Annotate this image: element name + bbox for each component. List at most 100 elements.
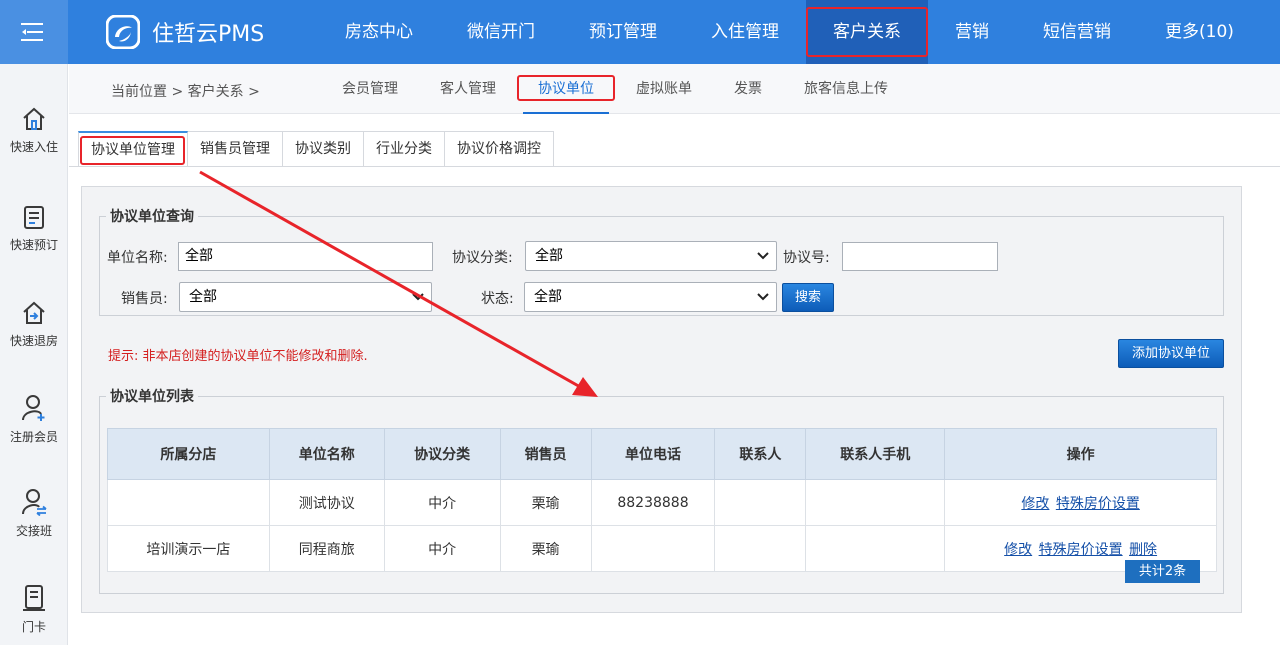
cell-branch: 培训演示一店	[107, 525, 270, 572]
status-label: 状态:	[481, 291, 514, 307]
column-header-unit-name: 单位名称	[268, 428, 385, 480]
checkout-icon	[23, 301, 45, 324]
cell-category: 中介	[383, 525, 501, 572]
chevron-down-icon	[757, 252, 769, 260]
list-fieldset: 协议单位列表 所属分店 单位名称 协议分类 销售员 单位电话 联系人 联系人手机…	[99, 386, 1224, 594]
code-input[interactable]	[842, 242, 998, 271]
sidebar-item-label: 快速入住	[9, 140, 58, 154]
cell-sales: 栗瑜	[499, 525, 592, 572]
total-count-badge: 共计2条	[1125, 560, 1200, 583]
subnav-agreement-unit[interactable]: 协议单位	[517, 64, 615, 114]
sales-label: 销售员:	[121, 291, 168, 307]
tab-agreement-unit-management[interactable]: 协议单位管理	[78, 131, 188, 167]
subnav-member-management[interactable]: 会员管理	[321, 64, 419, 114]
column-header-category: 协议分类	[383, 428, 501, 480]
query-legend: 协议单位查询	[110, 209, 194, 225]
top-nav: 房态中心 微信开门 预订管理 入住管理 客户关系 营销 短信营销 更多(10)	[318, 0, 1261, 64]
nav-checkin[interactable]: 入住管理	[684, 0, 806, 64]
unit-name-label: 单位名称:	[107, 250, 168, 266]
edit-link[interactable]: 修改	[1021, 496, 1049, 512]
tab-industry-category[interactable]: 行业分类	[364, 131, 445, 167]
nav-more[interactable]: 更多(10)	[1138, 0, 1261, 64]
table-row: 测试协议 中介 栗瑜 88238888 修改 特殊房价设置	[107, 479, 1217, 526]
sidebar-item-label: 快速预订	[9, 238, 58, 252]
special-price-link[interactable]: 特殊房价设置	[1039, 542, 1123, 558]
cell-phone	[590, 525, 716, 572]
tab-salesperson-management[interactable]: 销售员管理	[188, 131, 283, 167]
nav-sms-marketing[interactable]: 短信营销	[1016, 0, 1138, 64]
status-select[interactable]: 全部	[524, 282, 777, 312]
sub-nav: 会员管理 客人管理 协议单位 虚拟账单 发票 旅客信息上传	[321, 64, 909, 114]
sidebar-item-register-member[interactable]: 注册会员	[0, 394, 68, 466]
main-panel: 协议单位查询 单位名称: 全部 协议分类: 全部 协议号: 销售员: 全部 状态…	[81, 186, 1242, 613]
unit-name-input[interactable]: 全部	[178, 242, 433, 271]
cell-contact	[714, 479, 807, 526]
hint-text: 提示: 非本店创建的协议单位不能修改和删除.	[108, 349, 368, 364]
sidebar-item-label: 门卡	[21, 620, 46, 634]
booking-icon	[24, 206, 44, 229]
column-header-phone: 单位电话	[590, 428, 716, 480]
special-price-link[interactable]: 特殊房价设置	[1056, 496, 1140, 512]
search-button[interactable]: 搜索	[782, 283, 834, 312]
logo[interactable]: 住哲云PMS	[106, 14, 264, 50]
sidebar-item-quick-checkout[interactable]: 快速退房	[0, 300, 68, 372]
add-agreement-unit-button[interactable]: 添加协议单位	[1118, 339, 1224, 368]
cell-contact	[714, 525, 807, 572]
cell-mobile	[805, 525, 946, 572]
category-select-value: 全部	[535, 248, 563, 264]
tab-bar: 协议单位管理 销售员管理 协议类别 行业分类 协议价格调控	[78, 131, 554, 167]
subnav-traveler-upload[interactable]: 旅客信息上传	[783, 64, 909, 114]
sales-select[interactable]: 全部	[179, 282, 432, 312]
subnav-virtual-bill[interactable]: 虚拟账单	[615, 64, 713, 114]
nav-reservation[interactable]: 预订管理	[562, 0, 684, 64]
category-select[interactable]: 全部	[525, 241, 777, 271]
category-label: 协议分类:	[452, 250, 513, 266]
cell-phone: 88238888	[590, 479, 716, 526]
status-select-value: 全部	[534, 289, 562, 305]
list-legend: 协议单位列表	[110, 389, 194, 405]
subnav-invoice[interactable]: 发票	[713, 64, 783, 114]
edit-link[interactable]: 修改	[1004, 542, 1032, 558]
column-header-mobile: 联系人手机	[805, 428, 946, 480]
sidebar-item-quick-booking[interactable]: 快速预订	[0, 204, 68, 276]
shift-handover-icon	[22, 489, 47, 516]
sidebar-item-label: 注册会员	[9, 430, 58, 444]
logo-text: 住哲云PMS	[152, 22, 265, 47]
code-label: 协议号:	[783, 250, 830, 266]
cell-unit-name: 测试协议	[268, 479, 385, 526]
column-header-branch: 所属分店	[107, 428, 270, 480]
cell-mobile	[805, 479, 946, 526]
cell-actions: 修改 特殊房价设置	[944, 479, 1217, 526]
tab-agreement-category[interactable]: 协议类别	[283, 131, 364, 167]
table-row: 培训演示一店 同程商旅 中介 栗瑜 修改 特殊房价设置 删除	[107, 525, 1217, 572]
nav-wechat-door[interactable]: 微信开门	[440, 0, 562, 64]
nav-customer-relations[interactable]: 客户关系	[806, 0, 928, 64]
logo-icon	[106, 15, 140, 49]
agreement-unit-table: 所属分店 单位名称 协议分类 销售员 单位电话 联系人 联系人手机 操作 测试协…	[107, 428, 1217, 572]
breadcrumb-bar: 当前位置 > 客户关系 > 会员管理 客人管理 协议单位 虚拟账单 发票 旅客信…	[69, 64, 1280, 114]
sidebar-item-label: 快速退房	[9, 334, 58, 348]
house-icon	[23, 107, 45, 130]
sidebar-item-quick-checkin[interactable]: 快速入住	[0, 106, 68, 178]
cell-category: 中介	[383, 479, 501, 526]
column-header-actions: 操作	[944, 428, 1217, 480]
chevron-down-icon	[757, 293, 769, 301]
sales-select-value: 全部	[189, 289, 217, 305]
query-fieldset: 协议单位查询 单位名称: 全部 协议分类: 全部 协议号: 销售员: 全部 状态…	[99, 206, 1224, 316]
sidebar-item-shift-handover[interactable]: 交接班	[0, 488, 68, 560]
tab-agreement-price-control[interactable]: 协议价格调控	[445, 131, 554, 167]
nav-room-status[interactable]: 房态中心	[318, 0, 440, 64]
breadcrumb: 当前位置 > 客户关系 >	[111, 84, 260, 100]
sidebar-item-door-card[interactable]: 门卡	[0, 584, 68, 645]
door-card-icon	[23, 585, 45, 611]
column-header-contact: 联系人	[714, 428, 807, 480]
left-sidebar: 快速入住 快速预订 快速退房 注册会员 交接班 门卡	[0, 64, 68, 645]
tab-divider	[69, 166, 1280, 167]
delete-link[interactable]: 删除	[1129, 542, 1157, 558]
column-header-sales: 销售员	[499, 428, 592, 480]
cell-sales: 栗瑜	[499, 479, 592, 526]
hamburger-menu-icon	[21, 23, 43, 41]
subnav-guest-management[interactable]: 客人管理	[419, 64, 517, 114]
menu-toggle-button[interactable]	[0, 0, 68, 64]
nav-marketing[interactable]: 营销	[928, 0, 1016, 64]
